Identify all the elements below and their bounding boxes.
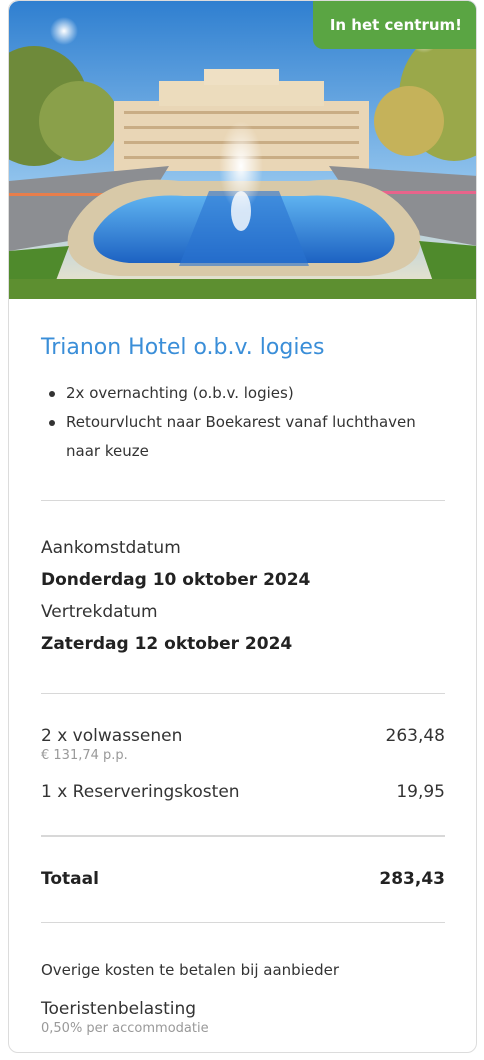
price-line-adults: 2 x volwassenen 263,48 bbox=[41, 726, 445, 746]
divider bbox=[41, 835, 445, 837]
price-line-label: 2 x volwassenen bbox=[41, 726, 183, 746]
divider bbox=[41, 922, 445, 923]
feature-list: 2x overnachting (o.b.v. logies) Retourvl… bbox=[41, 379, 445, 466]
total-row: Totaal 283,43 bbox=[41, 869, 445, 889]
departure-date: Zaterdag 12 oktober 2024 bbox=[41, 634, 293, 654]
total-label: Totaal bbox=[41, 869, 99, 889]
location-badge: In het centrum! bbox=[312, 1, 476, 49]
total-amount: 283,43 bbox=[379, 869, 445, 889]
arrival-label: Aankomstdatum bbox=[41, 538, 181, 558]
departure-label: Vertrekdatum bbox=[41, 602, 158, 622]
extra-costs-title: Overige kosten te betalen bij aanbieder bbox=[41, 961, 340, 979]
price-line-amount: 263,48 bbox=[385, 726, 445, 746]
hotel-title[interactable]: Trianon Hotel o.b.v. logies bbox=[41, 333, 324, 363]
price-line-label: 1 x Reserveringskosten bbox=[41, 782, 240, 802]
tourist-tax-label: Toeristenbelasting bbox=[41, 999, 197, 1019]
price-line-amount: 19,95 bbox=[396, 782, 445, 802]
price-line-reservation: 1 x Reserveringskosten 19,95 bbox=[41, 782, 445, 802]
tourist-tax-rate: 0,50% per accommodatie bbox=[41, 1021, 209, 1036]
divider bbox=[41, 500, 445, 501]
hotel-card: In het centrum! Trianon Hotel o.b.v. log… bbox=[8, 0, 477, 1053]
hotel-photo[interactable]: In het centrum! bbox=[9, 1, 476, 299]
feature-item: 2x overnachting (o.b.v. logies) bbox=[41, 379, 445, 408]
divider bbox=[41, 693, 445, 694]
feature-item: Retourvlucht naar Boekarest vanaf luchth… bbox=[41, 408, 445, 466]
price-per-person: € 131,74 p.p. bbox=[41, 748, 128, 763]
arrival-date: Donderdag 10 oktober 2024 bbox=[41, 570, 311, 590]
